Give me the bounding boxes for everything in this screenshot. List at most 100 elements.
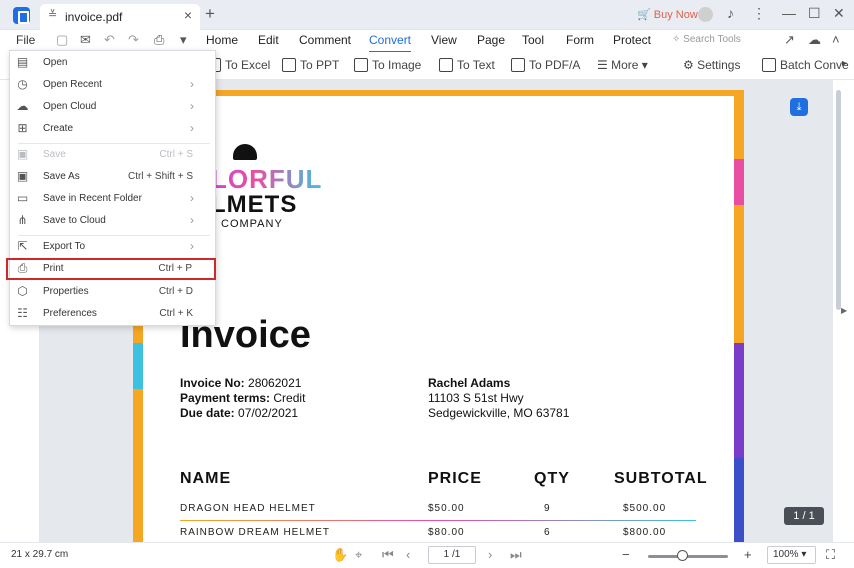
page-border-right xyxy=(734,90,744,542)
download-icon[interactable]: ⤓ xyxy=(790,98,808,116)
row-name: RAINBOW DREAM HELMET xyxy=(180,527,331,538)
print-icon: ⎙ xyxy=(17,261,28,275)
menu-item-export-to[interactable]: ⇱ Export To › xyxy=(10,236,215,258)
hand-tool-icon[interactable]: ✋ xyxy=(332,547,348,563)
maximize-icon[interactable]: ☐ xyxy=(808,5,821,22)
menu-item-save-as[interactable]: ▣ Save As Ctrl + Shift + S xyxy=(10,166,215,188)
first-page-icon[interactable]: ⏮ xyxy=(382,547,394,563)
menu-item-shortcut: Ctrl + D xyxy=(158,286,193,297)
clock-icon: ◷ xyxy=(17,77,28,91)
chevron-right-icon: › xyxy=(190,99,194,113)
row-qty: 9 xyxy=(544,503,551,514)
create-icon: ⊞ xyxy=(17,121,28,135)
preferences-icon: ☷ xyxy=(17,306,28,320)
select-tool-icon[interactable]: ⌖ xyxy=(355,547,362,563)
nav-comment[interactable]: Comment xyxy=(299,33,351,47)
nav-protect[interactable]: Protect xyxy=(613,33,651,47)
to-pdfa-button[interactable]: To PDF/A xyxy=(511,58,580,72)
menu-item-preferences[interactable]: ☷ Preferences Ctrl + K xyxy=(10,303,215,325)
tab-collapse-icon[interactable]: ≚ xyxy=(48,8,57,21)
menu-item-save-to-cloud[interactable]: ⋔ Save to Cloud › xyxy=(10,210,215,232)
menu-item-label: Save As xyxy=(43,171,80,182)
upload-cloud-icon[interactable]: ☁ xyxy=(808,32,821,48)
chevron-down-icon: ▾ xyxy=(638,58,648,72)
batch-convert-button[interactable]: Batch Conve xyxy=(762,58,849,72)
invoice-no: 28062021 xyxy=(248,376,302,390)
vertical-scrollbar[interactable]: ▶ xyxy=(833,80,854,542)
chevron-right-icon: › xyxy=(190,77,194,91)
chevron-right-icon: › xyxy=(190,191,194,205)
menu-item-shortcut: Ctrl + S xyxy=(159,149,193,160)
more-menu-icon[interactable]: ⋮ xyxy=(752,5,766,22)
window-close-icon[interactable]: ✕ xyxy=(833,5,845,22)
zoom-slider[interactable] xyxy=(648,555,728,558)
zoom-in-icon[interactable]: + xyxy=(744,547,752,562)
user-avatar[interactable] xyxy=(698,7,713,22)
zoom-out-icon[interactable]: − xyxy=(622,547,630,562)
redo-icon[interactable]: ↷ xyxy=(128,32,139,48)
nav-home[interactable]: Home xyxy=(206,33,238,47)
undo-icon[interactable]: ↶ xyxy=(104,32,115,48)
zoom-level: 100% xyxy=(773,549,799,560)
menu-item-open[interactable]: ▤ Open xyxy=(10,52,215,74)
due-date-label: Due date: xyxy=(180,406,235,420)
print-icon[interactable]: ⎙ xyxy=(154,32,164,48)
previous-page-icon[interactable]: ‹ xyxy=(406,547,410,562)
menu-item-label: Save in Recent Folder xyxy=(43,193,142,204)
nav-convert[interactable]: Convert xyxy=(369,33,412,53)
save-icon[interactable]: ▢ xyxy=(56,32,68,48)
to-excel-button[interactable]: To Excel xyxy=(207,58,270,72)
to-ppt-button[interactable]: To PPT xyxy=(282,58,339,72)
nav-view[interactable]: View xyxy=(431,33,457,47)
tab-close-icon[interactable]: × xyxy=(184,7,192,23)
menu-item-open-recent[interactable]: ◷ Open Recent › xyxy=(10,74,215,96)
settings-button[interactable]: ⚙ Settings xyxy=(683,58,740,72)
search-tools-input[interactable]: ✧ Search Tools xyxy=(672,34,741,45)
last-page-icon[interactable]: ⏭ xyxy=(510,547,522,563)
settings-label: Settings xyxy=(697,58,741,72)
zoom-slider-handle[interactable] xyxy=(677,550,688,561)
page-number-input[interactable]: 1 /1 xyxy=(428,546,476,564)
menu-item-label: Open Cloud xyxy=(43,101,97,112)
file-menu-button[interactable]: File xyxy=(16,33,35,47)
document-tab[interactable]: ≚ invoice.pdf × xyxy=(40,4,200,30)
menu-item-create[interactable]: ⊞ Create › xyxy=(10,118,215,140)
menu-item-properties[interactable]: ⬡ Properties Ctrl + D xyxy=(10,281,215,303)
minimize-icon[interactable]: — xyxy=(782,5,796,21)
bill-to-address-2: Sedgewickville, MO 63781 xyxy=(428,406,570,420)
pdf-page: LORFUL LMETS COMPANY Invoice Invoice No:… xyxy=(133,90,744,542)
menu-item-print[interactable]: ⎙ Print Ctrl + P xyxy=(6,258,216,280)
chevron-right-icon: › xyxy=(190,213,194,227)
new-tab-icon[interactable]: + xyxy=(205,4,215,24)
batch-convert-label: Batch Conve xyxy=(780,58,849,72)
collapse-ribbon-icon[interactable]: ˄ xyxy=(832,32,840,47)
folder-icon: ▭ xyxy=(16,191,29,205)
nav-tool[interactable]: Tool xyxy=(522,33,544,47)
file-dropdown-menu: ▤ Open ◷ Open Recent › ☁ Open Cloud › ⊞ … xyxy=(6,50,216,326)
menu-item-open-cloud[interactable]: ☁ Open Cloud › xyxy=(10,96,215,118)
bell-icon[interactable]: ♪ xyxy=(727,5,734,21)
menu-item-save-in-recent-folder[interactable]: ▭ Save in Recent Folder › xyxy=(10,188,215,210)
nav-form[interactable]: Form xyxy=(566,33,594,47)
ppt-icon xyxy=(282,58,296,72)
nav-edit[interactable]: Edit xyxy=(258,33,279,47)
external-link-icon[interactable]: ↗ xyxy=(784,32,795,48)
toolbar-scroll-right-icon[interactable]: ▸ xyxy=(842,58,847,69)
menu-item-save: ▣ Save Ctrl + S xyxy=(10,144,215,166)
nav-page[interactable]: Page xyxy=(477,33,505,47)
zoom-level-select[interactable]: 100% ▾ xyxy=(767,546,816,564)
scroll-right-arrow-icon[interactable]: ▶ xyxy=(841,306,847,315)
to-text-button[interactable]: To Text xyxy=(439,58,495,72)
buy-now-button[interactable]: 🛒 Buy Now xyxy=(637,8,698,21)
menu-item-shortcut: Ctrl + P xyxy=(158,263,192,274)
mail-icon[interactable]: ✉ xyxy=(80,32,91,48)
quick-access-dropdown-icon[interactable]: ▾ xyxy=(180,32,187,48)
fit-page-icon[interactable]: ⛶ xyxy=(826,547,835,563)
next-page-icon[interactable]: › xyxy=(488,547,492,562)
scrollbar-thumb[interactable] xyxy=(836,90,841,310)
logo-text-line2: LMETS xyxy=(211,191,298,218)
to-image-button[interactable]: To Image xyxy=(354,58,421,72)
more-button[interactable]: ☰ More ▾ xyxy=(597,58,648,72)
menu-item-shortcut: Ctrl + Shift + S xyxy=(127,171,193,182)
batch-icon xyxy=(762,58,776,72)
